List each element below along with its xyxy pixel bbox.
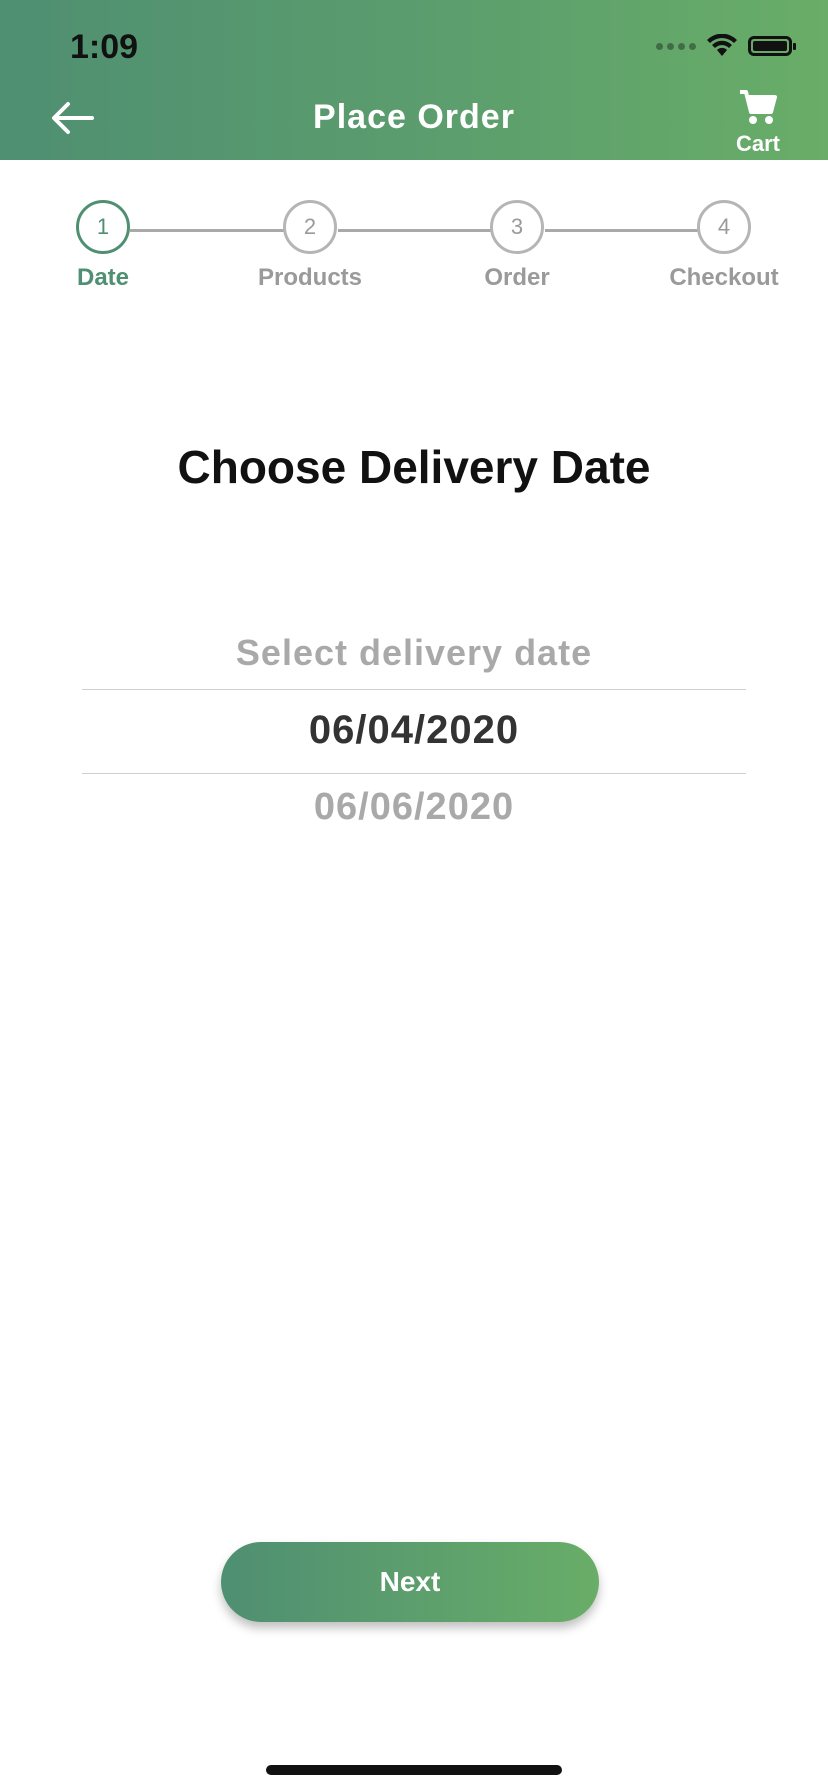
status-time: 1:09 bbox=[70, 28, 139, 66]
step-number: 2 bbox=[283, 200, 337, 254]
page-title: Place Order bbox=[313, 98, 515, 136]
home-indicator bbox=[266, 1765, 562, 1775]
picker-divider-bottom bbox=[82, 773, 746, 774]
date-picker-option[interactable]: 06/06/2020 bbox=[0, 786, 828, 829]
step-label: Products bbox=[257, 264, 362, 291]
step-checkout[interactable]: 4 Checkout bbox=[664, 200, 784, 292]
cellular-signal-icon bbox=[656, 42, 696, 50]
cart-label: Cart bbox=[735, 131, 780, 156]
step-number: 4 bbox=[697, 200, 751, 254]
cart-icon bbox=[740, 90, 777, 124]
status-icons bbox=[656, 34, 796, 58]
section-heading: Choose Delivery Date bbox=[177, 441, 651, 493]
step-label: Date bbox=[76, 264, 130, 291]
next-button[interactable]: Next bbox=[221, 1542, 599, 1622]
date-picker-placeholder[interactable]: Select delivery date bbox=[0, 632, 828, 674]
step-order[interactable]: 3 Order bbox=[457, 200, 577, 292]
step-number: 1 bbox=[76, 200, 130, 254]
step-date[interactable]: 1 Date bbox=[43, 200, 163, 292]
header-bar: 1:09 Place Order Cart bbox=[0, 0, 828, 160]
step-number: 3 bbox=[490, 200, 544, 254]
battery-icon bbox=[748, 36, 796, 56]
date-picker-selected[interactable]: 06/04/2020 bbox=[0, 708, 828, 753]
step-label: Order bbox=[484, 264, 550, 291]
cart-button[interactable]: Cart bbox=[718, 88, 798, 157]
step-label: Checkout bbox=[669, 264, 779, 291]
wifi-icon bbox=[707, 34, 737, 56]
step-products[interactable]: 2 Products bbox=[250, 200, 370, 292]
picker-divider-top bbox=[82, 689, 746, 690]
